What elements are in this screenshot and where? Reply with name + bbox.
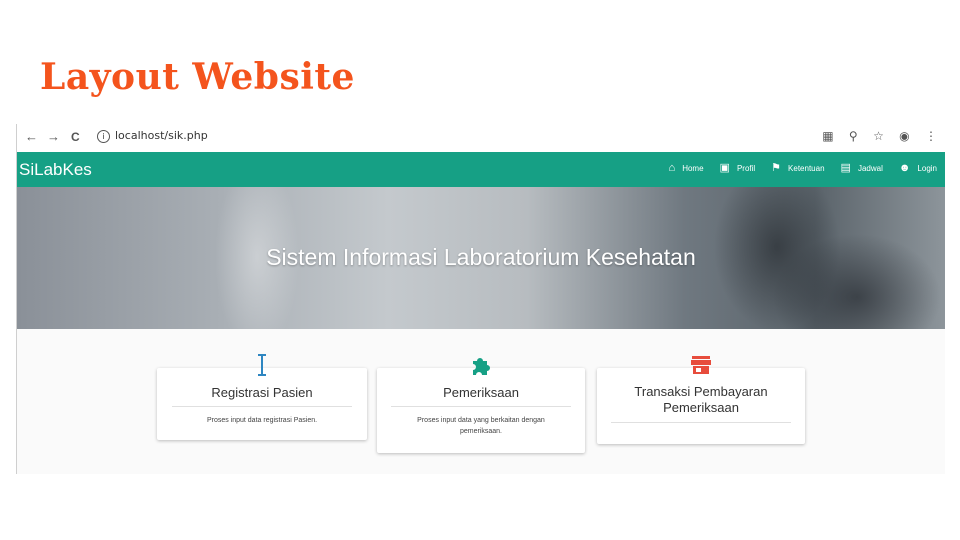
card-divider: [172, 406, 352, 407]
card-registrasi-pasien[interactable]: Registrasi Pasien Proses input data regi…: [157, 354, 367, 440]
translate-icon[interactable]: ▦: [822, 129, 833, 143]
card-divider: [391, 406, 571, 407]
card-transaksi-pembayaran[interactable]: Transaksi Pembayaran Pemeriksaan: [597, 356, 805, 444]
nav-item-profil[interactable]: ▣ Profil: [720, 163, 756, 174]
calendar-icon: ▤: [840, 162, 851, 174]
hero-title: Sistem Informasi Laboratorium Kesehatan: [266, 244, 696, 270]
info-icon[interactable]: i: [97, 129, 110, 143]
star-icon[interactable]: ☆: [873, 129, 884, 143]
card-pemeriksaan[interactable]: Pemeriksaan Proses input data yang berka…: [377, 358, 585, 453]
url-text[interactable]: localhost/sik.php: [115, 129, 208, 142]
back-button[interactable]: ←: [25, 129, 38, 144]
nav-item-home[interactable]: ⌂ Home: [669, 163, 704, 174]
nav-item-jadwal[interactable]: ▤ Jadwal: [841, 163, 883, 174]
nav-item-label: Jadwal: [857, 164, 883, 173]
card-divider: [611, 422, 791, 423]
nav-item-label: Login: [917, 164, 937, 173]
app-navbar: SiLabKes ⌂ Home ▣ Profil ⚑ Ketentuan ▤ J…: [17, 152, 945, 187]
forward-button[interactable]: →: [47, 129, 60, 144]
nav-item-label: Home: [682, 164, 704, 173]
nav-item-ketentuan[interactable]: ⚑ Ketentuan: [771, 163, 824, 174]
nav-item-login[interactable]: ☻ Login: [899, 163, 937, 174]
flag-icon: ⚑: [771, 162, 782, 174]
hero-banner: Sistem Informasi Laboratorium Kesehatan: [17, 187, 945, 329]
store-icon: [597, 354, 805, 374]
browser-actions: ▦ ⚲ ☆ ◉ ⋮: [810, 129, 937, 143]
card-desc: Proses input data yang berkaitan dengan …: [417, 417, 545, 435]
nav-item-label: Ketentuan: [788, 164, 825, 173]
nav-menu: ⌂ Home ▣ Profil ⚑ Ketentuan ▤ Jadwal ☻ L…: [653, 163, 937, 174]
home-icon: ⌂: [668, 162, 676, 174]
profile-icon: ▣: [719, 162, 730, 174]
card-desc: Proses input data registrasi Pasien.: [206, 417, 318, 424]
brand-logo[interactable]: SiLabKes: [19, 160, 92, 180]
account-icon[interactable]: ◉: [899, 129, 909, 143]
text-cursor-icon: [157, 354, 367, 376]
login-icon: ☻: [898, 162, 911, 174]
address-bar[interactable]: i localhost/sik.php: [97, 129, 208, 143]
nav-item-label: Profil: [736, 164, 756, 173]
browser-toolbar: ← → C i localhost/sik.php ▦ ⚲ ☆ ◉ ⋮: [17, 124, 945, 153]
slide-title: Layout Website: [40, 56, 355, 98]
menu-icon[interactable]: ⋮: [925, 129, 937, 143]
zoom-icon[interactable]: ⚲: [849, 129, 858, 143]
reload-button[interactable]: C: [71, 130, 80, 144]
puzzle-icon: [377, 354, 585, 375]
browser-window: ← → C i localhost/sik.php ▦ ⚲ ☆ ◉ ⋮ SiLab…: [16, 124, 945, 474]
